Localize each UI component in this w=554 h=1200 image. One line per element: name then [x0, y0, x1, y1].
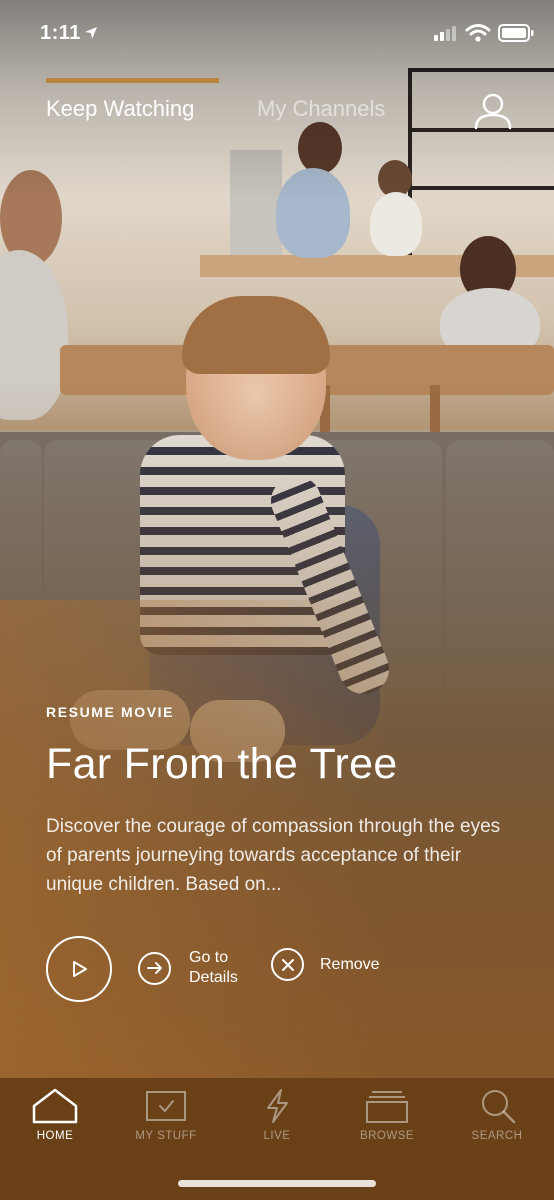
- home-icon: [32, 1088, 78, 1124]
- tab-keep-watching[interactable]: Keep Watching: [46, 96, 194, 122]
- top-nav: Keep Watching My Channels: [0, 78, 554, 138]
- resume-eyebrow: RESUME MOVIE: [46, 704, 175, 720]
- tab-my-channels[interactable]: My Channels: [257, 96, 385, 122]
- search-icon: [482, 1090, 516, 1124]
- go-to-details-label: Go to Details: [189, 949, 238, 986]
- arrow-circle: [138, 951, 171, 985]
- play-button[interactable]: [46, 936, 112, 1002]
- remove-label: Remove: [320, 955, 380, 973]
- active-tab-indicator: [46, 78, 219, 83]
- remove-button[interactable]: Remove: [271, 948, 400, 981]
- home-indicator[interactable]: [178, 1180, 376, 1187]
- status-time: 1:11: [40, 22, 81, 44]
- screen: 1:11 Keep Watching My Channels RESUME MO…: [0, 0, 554, 1200]
- go-to-details-button[interactable]: Go to Details: [138, 948, 249, 988]
- tab-my-stuff[interactable]: MY STUFF: [116, 1088, 216, 1142]
- tab-home[interactable]: HOME: [5, 1088, 105, 1142]
- tab-my-stuff-label: MY STUFF: [135, 1130, 197, 1142]
- tab-browse[interactable]: BROWSE: [337, 1088, 437, 1142]
- browse-stack-icon: [366, 1091, 408, 1123]
- lightning-icon: [267, 1089, 288, 1123]
- my-stuff-icon: [146, 1091, 186, 1121]
- play-icon: [73, 961, 87, 977]
- cellular-signal-icon: [434, 26, 456, 41]
- hero-actions: Go to Details Remove: [46, 936, 516, 1006]
- child: [370, 192, 422, 256]
- tab-live-label: LIVE: [263, 1130, 291, 1142]
- battery-icon: [498, 24, 534, 42]
- movie-description: Discover the courage of compassion throu…: [46, 816, 501, 895]
- location-arrow-icon: [85, 27, 97, 39]
- status-bar: 1:11: [0, 0, 554, 68]
- tab-live[interactable]: LIVE: [227, 1088, 327, 1142]
- tab-home-label: HOME: [36, 1130, 74, 1142]
- close-circle: [271, 948, 304, 981]
- tab-search[interactable]: SEARCH: [447, 1088, 547, 1142]
- profile-icon[interactable]: [473, 92, 513, 130]
- tab-browse-label: BROWSE: [359, 1130, 415, 1142]
- tab-search-label: SEARCH: [471, 1130, 523, 1142]
- close-icon: [281, 958, 294, 971]
- movie-title: Far From the Tree: [46, 740, 398, 788]
- wifi-icon: [465, 24, 491, 42]
- arrow-right-icon: [146, 962, 162, 974]
